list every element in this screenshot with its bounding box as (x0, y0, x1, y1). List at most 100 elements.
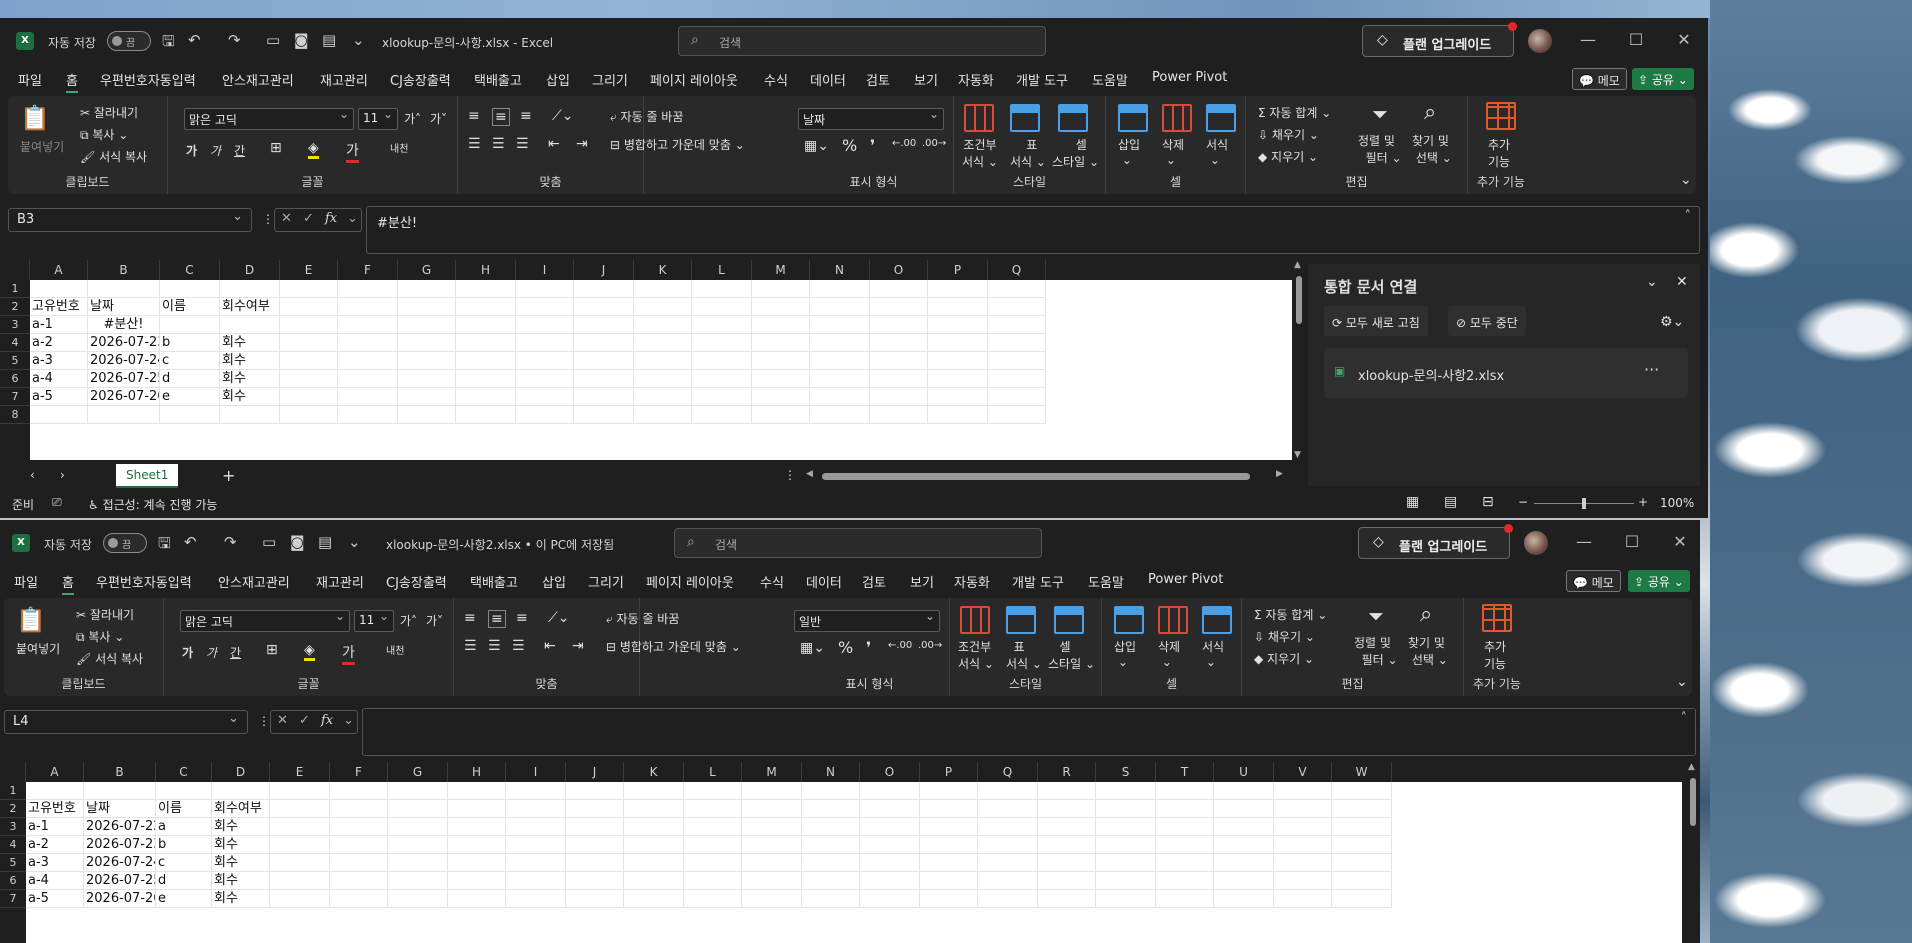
cell-D4[interactable]: 회수 (212, 836, 270, 854)
cell-R4[interactable] (1038, 836, 1096, 854)
column-header-M[interactable]: M (742, 762, 802, 782)
cell-L7[interactable] (692, 388, 752, 406)
align-bottom-icon[interactable]: ≡ (516, 610, 528, 626)
fill-button[interactable]: ⇩ 채우기 ⌄ (1254, 628, 1315, 645)
cell-N6[interactable] (810, 370, 870, 388)
cell-E2[interactable] (280, 298, 338, 316)
cell-R2[interactable] (1038, 800, 1096, 818)
cell-Q7[interactable] (978, 890, 1038, 908)
menu-page-layout[interactable]: 페이지 레이아웃 (646, 572, 734, 591)
cell-O1[interactable] (860, 782, 920, 800)
cell-G3[interactable] (388, 818, 448, 836)
decrease-decimal-icon[interactable]: .00→ (922, 138, 946, 149)
cell-K6[interactable] (624, 872, 684, 890)
addins-button[interactable]: 추가 기능 (1484, 638, 1506, 672)
cell-F5[interactable] (338, 352, 398, 370)
align-right-icon[interactable]: ☰ (512, 638, 525, 654)
percent-icon[interactable]: % (842, 136, 857, 155)
pane-close-icon[interactable]: ✕ (1676, 274, 1688, 290)
cell-G2[interactable] (388, 800, 448, 818)
cell-B5[interactable]: 2026-07-24 (84, 854, 156, 872)
save-icon[interactable]: 🖫 (158, 533, 171, 558)
cell-I4[interactable] (506, 836, 566, 854)
fill-color-icon[interactable]: ◈ (308, 140, 319, 159)
cell-Q1[interactable] (978, 782, 1038, 800)
table-format-button[interactable]: 표 서식 ⌄ (1006, 638, 1042, 672)
column-header-O[interactable]: O (870, 260, 928, 280)
upgrade-plan-button[interactable]: ◇ 플랜 업그레이드 (1358, 524, 1513, 559)
cell-S6[interactable] (1096, 872, 1156, 890)
cell-P4[interactable] (928, 334, 988, 352)
paste-button[interactable]: 붙여넣기 (16, 640, 60, 657)
cell-B3[interactable]: #분산! (88, 316, 160, 334)
underline-icon[interactable]: 간 (230, 644, 241, 661)
comma-icon[interactable]: ❜ (870, 136, 875, 155)
cell-C3[interactable]: a (156, 818, 212, 836)
cell-G5[interactable] (398, 352, 456, 370)
cell-B6[interactable]: 2026-07-25 (84, 872, 156, 890)
upgrade-plan-button[interactable]: ◇ 플랜 업그레이드 (1362, 22, 1517, 57)
page-break-view-icon[interactable]: ⊟ (1482, 494, 1494, 510)
column-header-I[interactable]: I (516, 260, 574, 280)
cell-H4[interactable] (456, 334, 516, 352)
find-select-button[interactable]: 찾기 및 선택 ⌄ (1408, 634, 1448, 668)
cell-G6[interactable] (388, 872, 448, 890)
cell-R6[interactable] (1038, 872, 1096, 890)
column-header-J[interactable]: J (574, 260, 634, 280)
cell-B1[interactable] (88, 280, 160, 298)
cell-L3[interactable] (692, 316, 752, 334)
number-format-dropdown[interactable]: 날짜 (798, 107, 944, 130)
align-top-icon[interactable]: ≡ (468, 108, 480, 124)
horizontal-scroll-thumb[interactable] (822, 473, 1250, 480)
cell-W2[interactable] (1332, 800, 1392, 818)
column-header-L[interactable]: L (684, 762, 742, 782)
cell-I8[interactable] (516, 406, 574, 424)
fx-dropdown-icon[interactable]: ⌄ (343, 713, 354, 728)
menu-review[interactable]: 검토 (862, 572, 886, 591)
cell-T4[interactable] (1156, 836, 1214, 854)
cell-Q4[interactable] (978, 836, 1038, 854)
cell-B4[interactable]: 2026-07-23 (84, 836, 156, 854)
column-header-G[interactable]: G (398, 260, 456, 280)
comma-icon[interactable]: ❜ (866, 638, 871, 657)
cell-P3[interactable] (928, 316, 988, 334)
menu-postal[interactable]: 우편번호자동입력 (100, 70, 196, 89)
cell-E1[interactable] (280, 280, 338, 298)
cell-J2[interactable] (566, 800, 624, 818)
cell-B6[interactable]: 2026-07-25 (88, 370, 160, 388)
close-icon[interactable]: ✕ (1674, 30, 1694, 49)
cell-Q5[interactable] (988, 352, 1046, 370)
cell-M2[interactable] (742, 800, 802, 818)
column-header-R[interactable]: R (1038, 762, 1096, 782)
cell-C8[interactable] (160, 406, 220, 424)
cell-K8[interactable] (634, 406, 692, 424)
row-header-3[interactable]: 3 (0, 316, 30, 334)
cell-M5[interactable] (742, 854, 802, 872)
cell-H2[interactable] (448, 800, 506, 818)
cell-I2[interactable] (506, 800, 566, 818)
cell-E7[interactable] (270, 890, 330, 908)
column-header-A[interactable]: A (26, 762, 84, 782)
column-header-Q[interactable]: Q (978, 762, 1038, 782)
cell-I2[interactable] (516, 298, 574, 316)
cell-K6[interactable] (634, 370, 692, 388)
column-header-D[interactable]: D (212, 762, 270, 782)
column-header-E[interactable]: E (270, 762, 330, 782)
row-header-2[interactable]: 2 (0, 800, 26, 818)
cell-P6[interactable] (928, 370, 988, 388)
cell-S5[interactable] (1096, 854, 1156, 872)
table-format-button[interactable]: 표 서식 ⌄ (1010, 136, 1046, 170)
italic-icon[interactable]: 가 (210, 142, 221, 159)
cell-W1[interactable] (1332, 782, 1392, 800)
cell-J3[interactable] (574, 316, 634, 334)
cell-E1[interactable] (270, 782, 330, 800)
cell-A3[interactable]: a-1 (26, 818, 84, 836)
menu-ans-inventory[interactable]: 안스재고관리 (218, 572, 290, 591)
cell-F8[interactable] (338, 406, 398, 424)
ribbon-collapse-icon[interactable]: ⌄ (1676, 674, 1688, 690)
cell-H8[interactable] (456, 406, 516, 424)
cell-F4[interactable] (338, 334, 398, 352)
cell-C3[interactable] (160, 316, 220, 334)
cell-D6[interactable]: 회수 (212, 872, 270, 890)
next-sheet-icon[interactable]: › (60, 468, 65, 482)
